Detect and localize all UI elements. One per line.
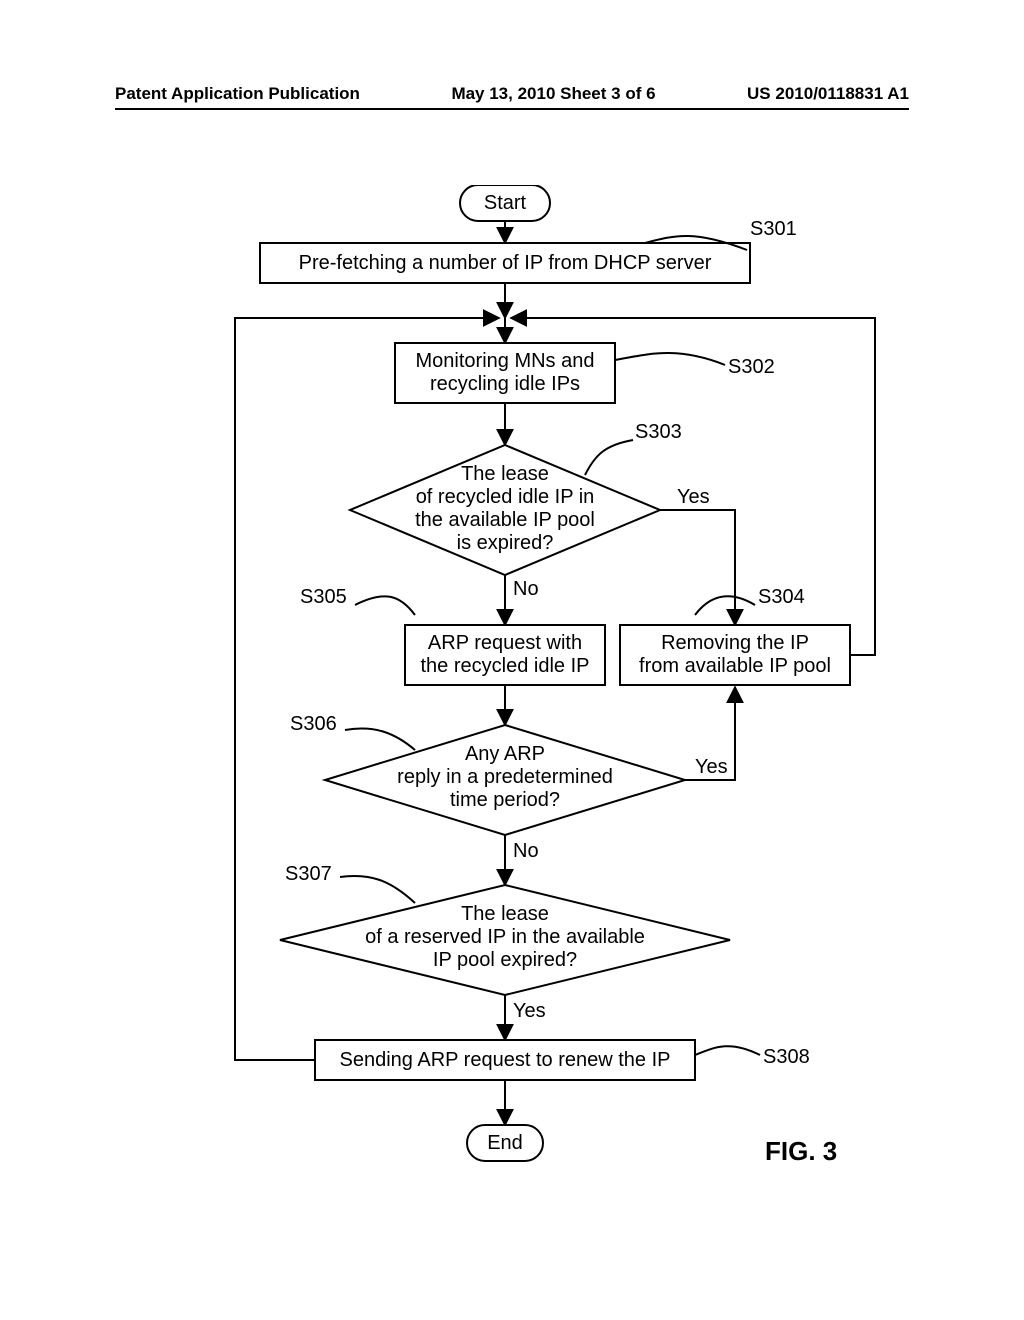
- s301-text: Pre-fetching a number of IP from DHCP se…: [299, 252, 712, 274]
- s307-ref: S307: [285, 863, 332, 885]
- s306-no: No: [513, 840, 539, 862]
- s305-leader: [355, 596, 415, 615]
- end-text: End: [487, 1132, 523, 1154]
- s302-text2: recycling idle IPs: [430, 373, 580, 395]
- s305-t1: ARP request with: [428, 632, 582, 654]
- s306-t2: reply in a predetermined: [397, 766, 613, 788]
- header-right: US 2010/0118831 A1: [747, 84, 909, 104]
- header-rule: [115, 108, 909, 110]
- s308-ref: S308: [763, 1046, 810, 1068]
- s302-text1: Monitoring MNs and: [416, 350, 595, 372]
- s306-yes: Yes: [695, 756, 728, 778]
- s303-no: No: [513, 578, 539, 600]
- s307-yes: Yes: [513, 1000, 546, 1022]
- s302-ref: S302: [728, 356, 775, 378]
- s308-text: Sending ARP request to renew the IP: [340, 1049, 671, 1071]
- start-text: Start: [484, 192, 527, 214]
- s303-ref: S303: [635, 421, 682, 443]
- s303-t4: is expired?: [457, 532, 554, 554]
- s307-t1: The lease: [461, 903, 549, 925]
- s303-t1: The lease: [461, 463, 549, 485]
- s305-t2: the recycled idle IP: [421, 655, 590, 677]
- s303-yes: Yes: [677, 486, 710, 508]
- s306-ref: S306: [290, 713, 337, 735]
- figure-label: FIG. 3: [765, 1136, 837, 1166]
- header-left: Patent Application Publication: [115, 84, 360, 104]
- s307-leader: [340, 876, 415, 903]
- s304-ref: S304: [758, 586, 805, 608]
- flowchart: Start Pre-fetching a number of IP from D…: [115, 185, 909, 1185]
- s303-t2: of recycled idle IP in: [416, 486, 595, 508]
- arrow-s303-yes: [660, 510, 735, 625]
- s303-leader: [585, 440, 633, 475]
- s308-leader: [695, 1046, 760, 1055]
- s302-leader: [615, 353, 725, 365]
- s304-leader: [695, 596, 755, 615]
- s303-t3: the available IP pool: [415, 509, 595, 531]
- s305-ref: S305: [300, 586, 347, 608]
- s301-ref: S301: [750, 218, 797, 240]
- s304-t2: from available IP pool: [639, 655, 831, 677]
- s306-t3: time period?: [450, 789, 560, 811]
- s306-leader: [345, 729, 415, 750]
- s306-t1: Any ARP: [465, 743, 545, 765]
- page-header: Patent Application Publication May 13, 2…: [115, 84, 909, 104]
- s304-t1: Removing the IP: [661, 632, 809, 654]
- header-center: May 13, 2010 Sheet 3 of 6: [451, 84, 655, 104]
- s307-t2: of a reserved IP in the available: [365, 926, 645, 948]
- s307-t3: IP pool expired?: [433, 949, 577, 971]
